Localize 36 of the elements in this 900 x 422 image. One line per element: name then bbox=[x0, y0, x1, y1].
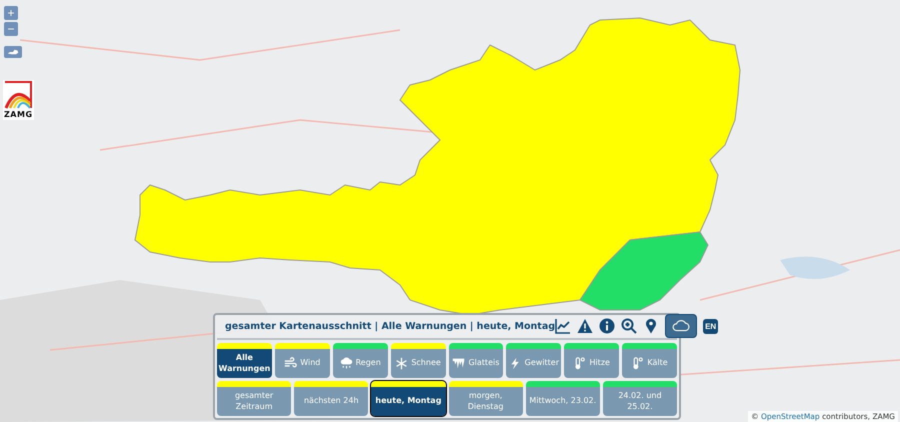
thermometer-icon bbox=[631, 357, 644, 370]
period-button[interactable]: morgen, Dienstag bbox=[448, 381, 523, 416]
toolbar-button[interactable] bbox=[555, 318, 572, 334]
toolbar-button[interactable] bbox=[665, 314, 698, 338]
toolbar-button[interactable] bbox=[599, 318, 616, 334]
zoom-in-button[interactable]: + bbox=[4, 6, 18, 20]
zoom-in-icon bbox=[621, 318, 638, 334]
category-button[interactable]: Wind bbox=[274, 343, 330, 378]
rain-cloud-icon bbox=[340, 357, 353, 370]
toolbar-button[interactable] bbox=[621, 318, 638, 334]
icicles-icon bbox=[452, 357, 466, 370]
period-button[interactable]: heute, Montag bbox=[371, 381, 446, 416]
rainbow-logo-icon bbox=[4, 81, 32, 109]
category-button[interactable]: Hitze bbox=[564, 343, 620, 378]
period-button[interactable]: gesamter Zeitraum bbox=[217, 381, 292, 416]
zoom-out-button[interactable]: − bbox=[4, 22, 18, 36]
category-button[interactable]: Alle Warnungen bbox=[217, 343, 272, 378]
category-button[interactable]: Kälte bbox=[622, 343, 677, 378]
toolbar-button[interactable] bbox=[577, 318, 594, 334]
warning-icon bbox=[577, 318, 594, 334]
snowflake-icon bbox=[395, 357, 408, 370]
category-button[interactable]: Glatteis bbox=[448, 343, 504, 378]
category-button[interactable]: Gewitter bbox=[506, 343, 562, 378]
period-button[interactable]: Mittwoch, 23.02. bbox=[526, 381, 600, 416]
thermometer-icon bbox=[573, 357, 586, 370]
logo-text: ZAMG bbox=[4, 110, 33, 119]
country-button[interactable] bbox=[4, 46, 22, 58]
category-button[interactable]: Schnee bbox=[390, 343, 446, 378]
info-icon bbox=[599, 318, 616, 334]
language-button[interactable]: EN bbox=[703, 318, 718, 334]
period-button[interactable]: nächsten 24h bbox=[294, 381, 368, 416]
category-button[interactable]: Regen bbox=[332, 343, 388, 378]
panel-title: gesamter Kartenausschnitt | Alle Warnungen | heute, Montag bbox=[225, 320, 556, 332]
period-button[interactable]: 24.02. und 25.02. bbox=[602, 381, 678, 416]
wind-icon bbox=[284, 357, 298, 370]
line-chart-icon bbox=[555, 318, 572, 334]
